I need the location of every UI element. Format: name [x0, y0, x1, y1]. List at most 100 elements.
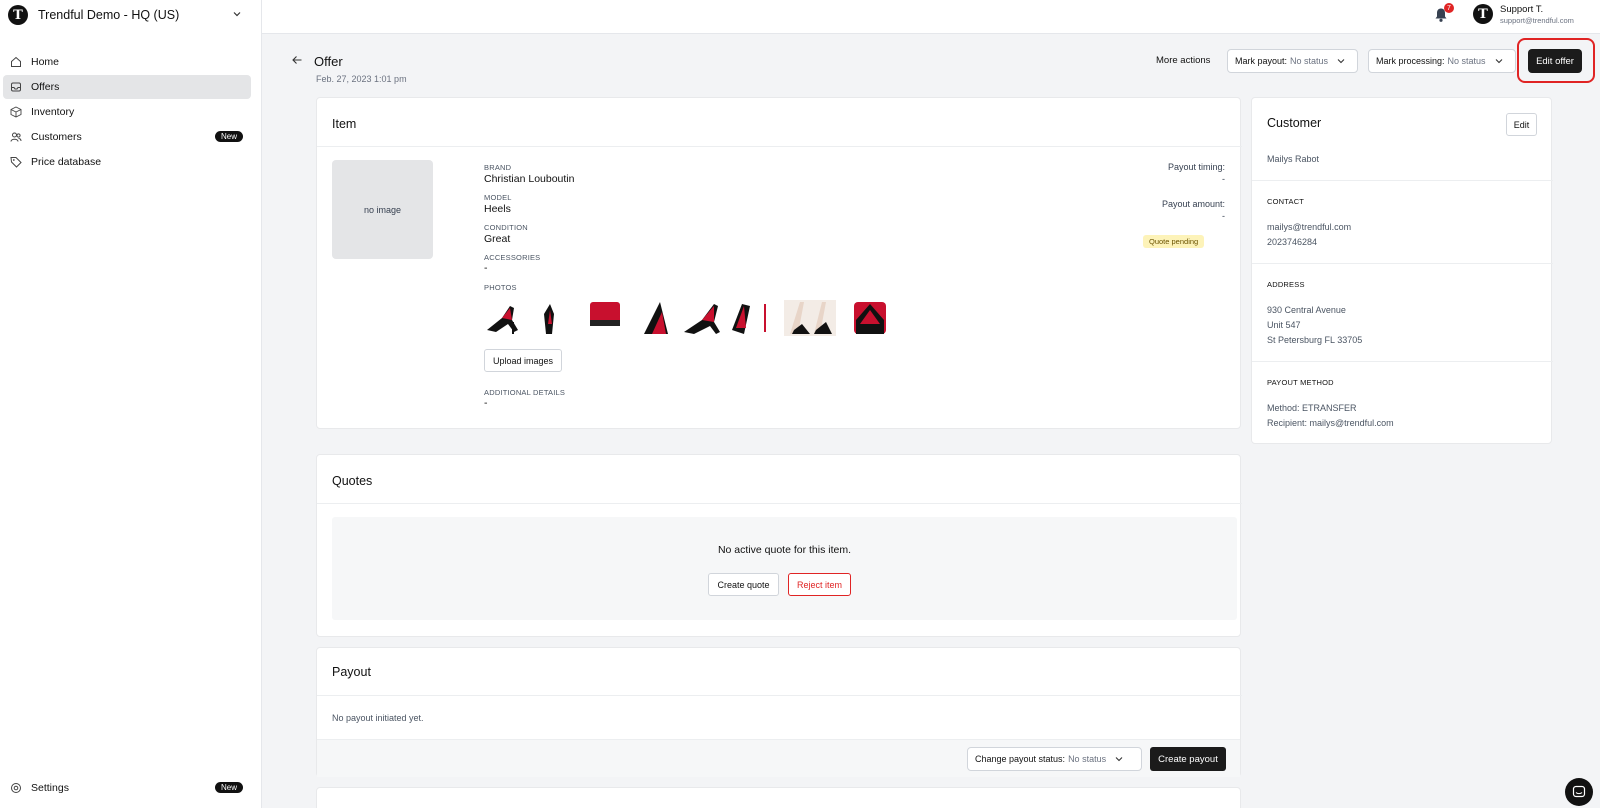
quotes-card-title: Quotes: [332, 474, 373, 488]
sidebar-item-label: Inventory: [31, 106, 75, 118]
photo-thumbnail[interactable]: [850, 300, 890, 336]
org-logo: T: [8, 5, 28, 25]
photo-thumbnail[interactable]: [584, 300, 624, 336]
sidebar-item-label: Home: [31, 56, 60, 68]
change-payout-status-dropdown[interactable]: Change payout status: No status: [967, 747, 1142, 771]
quotes-card: Quotes No active quote for this item. Cr…: [316, 454, 1242, 637]
customer-card-title: Customer: [1267, 116, 1322, 130]
org-name: Trendful Demo - HQ (US): [38, 8, 180, 22]
notification-count-badge: 7: [1444, 3, 1454, 13]
divider: [317, 146, 1242, 147]
divider: [317, 503, 1242, 504]
mark-payout-dropdown[interactable]: Mark payout: No status: [1227, 49, 1358, 73]
page-title: Offer: [314, 54, 343, 69]
item-card: Item no image BRAND Christian Louboutin …: [316, 97, 1242, 429]
photo-thumbnail[interactable]: [784, 300, 836, 336]
chevron-down-icon: [1495, 59, 1502, 64]
more-actions-button[interactable]: More actions: [1156, 55, 1210, 66]
brand-label: BRAND: [484, 163, 512, 172]
sidebar-item-inventory[interactable]: Inventory: [3, 100, 251, 124]
payout-timing-value: -: [1222, 174, 1225, 184]
inbox-icon: [9, 80, 23, 94]
condition-value: Great: [484, 233, 511, 245]
chat-icon: [1572, 785, 1586, 798]
photo-thumbnail[interactable]: [730, 300, 770, 336]
sidebar-item-offers[interactable]: Offers: [3, 75, 251, 99]
contact-label: CONTACT: [1267, 197, 1305, 206]
mark-processing-label: Mark processing:: [1376, 56, 1445, 66]
avatar[interactable]: T: [1473, 4, 1493, 24]
sidebar-item-label: Settings: [31, 782, 69, 794]
model-value: Heels: [484, 203, 511, 215]
highlight-annotation: [1517, 38, 1595, 83]
chevron-down-icon: [1337, 59, 1345, 64]
divider: [1252, 180, 1553, 181]
address-line-1: 930 Central Avenue: [1267, 305, 1346, 315]
item-card-title: Item: [332, 117, 357, 131]
tag-icon: [9, 155, 23, 169]
mark-payout-label: Mark payout:: [1235, 56, 1288, 66]
photo-thumbnail[interactable]: [682, 300, 722, 336]
sidebar-item-price-database[interactable]: Price database: [3, 150, 251, 174]
photo-thumbnail[interactable]: [638, 300, 678, 336]
create-payout-button[interactable]: Create payout: [1150, 747, 1226, 771]
users-icon: [9, 130, 23, 144]
next-card: [316, 787, 1241, 808]
upload-images-button[interactable]: Upload images: [484, 349, 562, 372]
gear-icon: [9, 781, 23, 795]
back-arrow-icon[interactable]: [291, 54, 303, 66]
top-bar: [262, 0, 1600, 34]
customer-email: mailys@trendful.com: [1267, 222, 1352, 232]
photo-thumbnail[interactable]: [484, 300, 524, 336]
new-badge: New: [214, 131, 243, 142]
chevron-down-icon: [233, 12, 241, 17]
payout-card: Payout No payout initiated yet. Change p…: [316, 647, 1242, 777]
sidebar-item-home[interactable]: Home: [3, 50, 251, 74]
edit-customer-button[interactable]: Edit: [1506, 113, 1537, 136]
empty-quote-panel: No active quote for this item. Create qu…: [332, 517, 1237, 620]
sidebar-item-settings[interactable]: Settings New: [3, 776, 251, 800]
mark-payout-value: No status: [1290, 56, 1329, 66]
photo-thumbnail[interactable]: [530, 300, 570, 336]
customer-name: Mailys Rabot: [1267, 154, 1320, 164]
sidebar: T Trendful Demo - HQ (US) Home Offers In…: [0, 0, 262, 808]
chat-launcher-button[interactable]: [1565, 778, 1593, 806]
brand-value: Christian Louboutin: [484, 173, 575, 185]
payout-amount-label: Payout amount:: [1161, 199, 1225, 209]
address-label: ADDRESS: [1267, 280, 1305, 289]
chevron-down-icon: [1115, 757, 1123, 762]
model-label: MODEL: [484, 193, 512, 202]
customer-card: Customer Edit Mailys Rabot CONTACT maily…: [1251, 97, 1553, 444]
additional-details-label: ADDITIONAL DETAILS: [484, 388, 566, 397]
org-switcher[interactable]: T Trendful Demo - HQ (US): [0, 0, 262, 30]
user-name[interactable]: Support T.: [1500, 4, 1543, 15]
payout-method: Method: ETRANSFER: [1267, 403, 1357, 413]
reject-item-button[interactable]: Reject item: [788, 573, 851, 596]
payout-method-label: PAYOUT METHOD: [1267, 378, 1334, 387]
mark-processing-dropdown[interactable]: Mark processing: No status: [1368, 49, 1516, 73]
box-icon: [9, 105, 23, 119]
address-line-3: St Petersburg FL 33705: [1267, 335, 1363, 345]
create-quote-button[interactable]: Create quote: [708, 573, 779, 596]
accessories-label: ACCESSORIES: [484, 253, 541, 262]
payout-card-title: Payout: [332, 665, 371, 679]
change-payout-value: No status: [1068, 754, 1107, 764]
offer-date: Feb. 27, 2023 1:01 pm: [316, 74, 407, 84]
condition-label: CONDITION: [484, 223, 528, 232]
change-payout-label: Change payout status:: [975, 754, 1066, 764]
no-payout-message: No payout initiated yet.: [332, 713, 424, 723]
divider: [317, 695, 1242, 696]
user-email: support@trendful.com: [1500, 16, 1574, 25]
payout-amount-value: -: [1222, 211, 1225, 221]
divider: [1252, 263, 1553, 264]
mark-processing-value: No status: [1447, 56, 1486, 66]
photos-label: PHOTOS: [484, 283, 517, 292]
sidebar-item-label: Offers: [31, 81, 60, 93]
divider: [1252, 361, 1553, 362]
no-image-placeholder: no image: [332, 160, 433, 259]
sidebar-item-customers[interactable]: Customers New: [3, 125, 251, 149]
new-badge: New: [214, 782, 243, 793]
address-line-2: Unit 547: [1267, 320, 1301, 330]
home-icon: [9, 55, 23, 69]
no-quote-message: No active quote for this item.: [717, 544, 852, 556]
